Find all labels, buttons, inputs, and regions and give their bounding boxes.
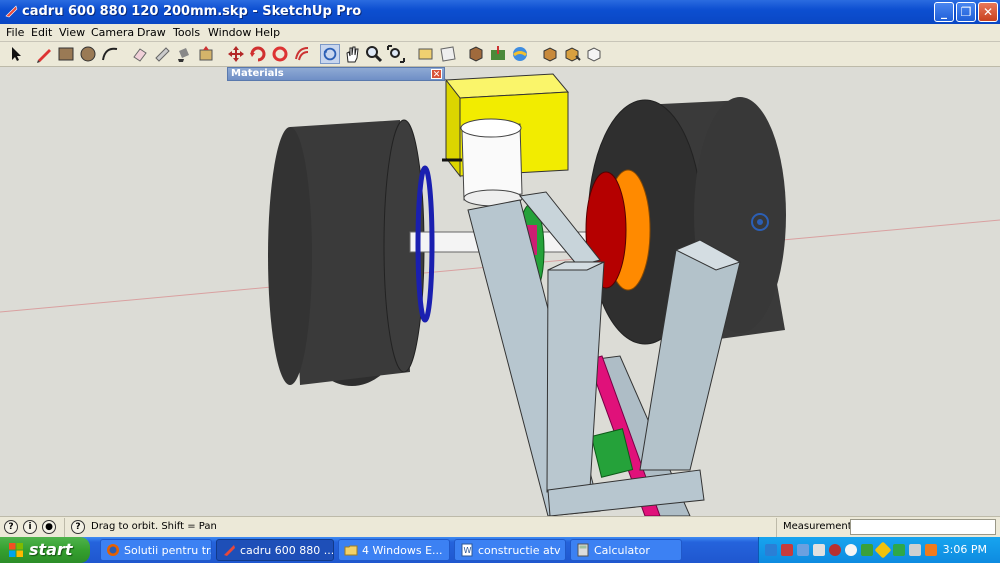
instructor-help-icon[interactable]: ? [71, 520, 85, 534]
tray-clock-sync-icon[interactable] [845, 544, 857, 556]
windows-logo-icon [9, 543, 23, 557]
start-button[interactable]: start [0, 537, 90, 563]
minimize-button[interactable]: _ [934, 2, 954, 22]
taskbar-item-word[interactable]: W constructie atv ... [454, 539, 566, 561]
taskbar-clock[interactable]: 3:06 PM [943, 543, 987, 556]
menu-edit[interactable]: Edit [31, 26, 52, 39]
toolbar [0, 42, 1000, 67]
drawing-viewport[interactable] [0, 67, 1000, 516]
window-title: cadru 600 880 120 200mm.skp - SketchUp P… [22, 4, 362, 19]
menu-bar: File Edit View Camera Draw Tools Window … [0, 24, 1000, 42]
model-scene[interactable] [0, 67, 1000, 516]
zoom-icon[interactable] [364, 44, 384, 64]
rectangle-icon[interactable] [56, 44, 76, 64]
menu-window[interactable]: Window [208, 26, 251, 39]
start-label: start [29, 540, 73, 559]
styles-icon[interactable] [510, 44, 530, 64]
orbit-icon[interactable] [320, 44, 340, 64]
taskbar-item-label: constructie atv ... [478, 544, 566, 557]
tray-app-icon[interactable] [925, 544, 937, 556]
status-bar: ? i ● ? Drag to orbit. Shift = Pan Measu… [0, 516, 1000, 538]
measurements-label: Measurements [783, 521, 857, 532]
push-pull-icon[interactable] [196, 44, 216, 64]
sketchup-app-icon [5, 5, 18, 18]
move-icon[interactable] [226, 44, 246, 64]
user-icon[interactable]: ● [42, 520, 56, 534]
firefox-icon [107, 544, 119, 556]
tray-update-icon[interactable] [893, 544, 905, 556]
select-icon[interactable] [6, 44, 26, 64]
taskbar: start Solutii pentru tr... cadru 600 880… [0, 537, 1000, 563]
menu-help[interactable]: Help [255, 26, 280, 39]
arc-icon[interactable] [100, 44, 120, 64]
offset-icon[interactable] [292, 44, 312, 64]
taskbar-item-calculator[interactable]: Calculator [570, 539, 682, 561]
folder-icon [344, 545, 358, 556]
tray-security-icon[interactable] [874, 541, 892, 559]
menu-file[interactable]: File [6, 26, 24, 39]
circle-icon[interactable] [78, 44, 98, 64]
upload-icon[interactable] [540, 44, 560, 64]
taskbar-item-label: Solutii pentru tr... [124, 544, 212, 557]
components-icon[interactable] [466, 44, 486, 64]
menu-view[interactable]: View [59, 26, 85, 39]
tray-network-icon[interactable] [765, 544, 777, 556]
paint-bucket-icon[interactable] [174, 44, 194, 64]
materials-panel-title: Materials [231, 68, 284, 79]
taskbar-item-label: Calculator [594, 544, 650, 557]
tray-volume-icon[interactable] [813, 544, 825, 556]
taskbar-item-label: cadru 600 880 ... [240, 544, 334, 557]
materials-close-icon[interactable]: ✕ [431, 69, 442, 80]
pan-icon[interactable] [342, 44, 362, 64]
preview-icon[interactable] [438, 44, 458, 64]
eraser-icon[interactable] [130, 44, 150, 64]
follow-me-icon[interactable] [270, 44, 290, 64]
geo-location-icon[interactable] [488, 44, 508, 64]
download-icon[interactable] [562, 44, 582, 64]
close-button[interactable]: ✕ [978, 2, 998, 22]
tray-messenger-icon[interactable] [861, 544, 873, 556]
taskbar-item-label: 4 Windows E... [362, 544, 443, 557]
left-wheel [268, 119, 425, 386]
pencil-icon[interactable] [34, 44, 54, 64]
svg-text:W: W [464, 546, 472, 555]
calculator-icon [577, 543, 589, 557]
system-tray: 3:06 PM [758, 537, 1000, 563]
measurements-input[interactable] [850, 519, 996, 535]
maximize-button[interactable]: ❐ [956, 2, 976, 22]
taskbar-item-sketchup[interactable]: cadru 600 880 ... [216, 539, 334, 561]
tray-usb-icon[interactable] [909, 544, 921, 556]
rotate-icon[interactable] [248, 44, 268, 64]
geo-status-icon[interactable]: ? [4, 520, 18, 534]
title-bar: cadru 600 880 120 200mm.skp - SketchUp P… [0, 0, 1000, 24]
word-icon: W [461, 543, 473, 557]
menu-draw[interactable]: Draw [137, 26, 166, 39]
tray-alert-icon[interactable] [829, 544, 841, 556]
tape-measure-icon[interactable] [152, 44, 172, 64]
materials-panel[interactable]: Materials ✕ [227, 67, 445, 81]
section-icon[interactable] [416, 44, 436, 64]
share-icon[interactable] [584, 44, 604, 64]
status-message: Drag to orbit. Shift = Pan [91, 521, 217, 532]
menu-camera[interactable]: Camera [91, 26, 134, 39]
tray-antivirus-icon[interactable] [781, 544, 793, 556]
tray-monitor-icon[interactable] [797, 544, 809, 556]
sketchup-icon [224, 545, 235, 556]
taskbar-item-firefox[interactable]: Solutii pentru tr... [100, 539, 212, 561]
zoom-extents-icon[interactable] [386, 44, 406, 64]
taskbar-item-explorer[interactable]: 4 Windows E... [338, 539, 450, 561]
credits-icon[interactable]: i [23, 520, 37, 534]
menu-tools[interactable]: Tools [173, 26, 200, 39]
